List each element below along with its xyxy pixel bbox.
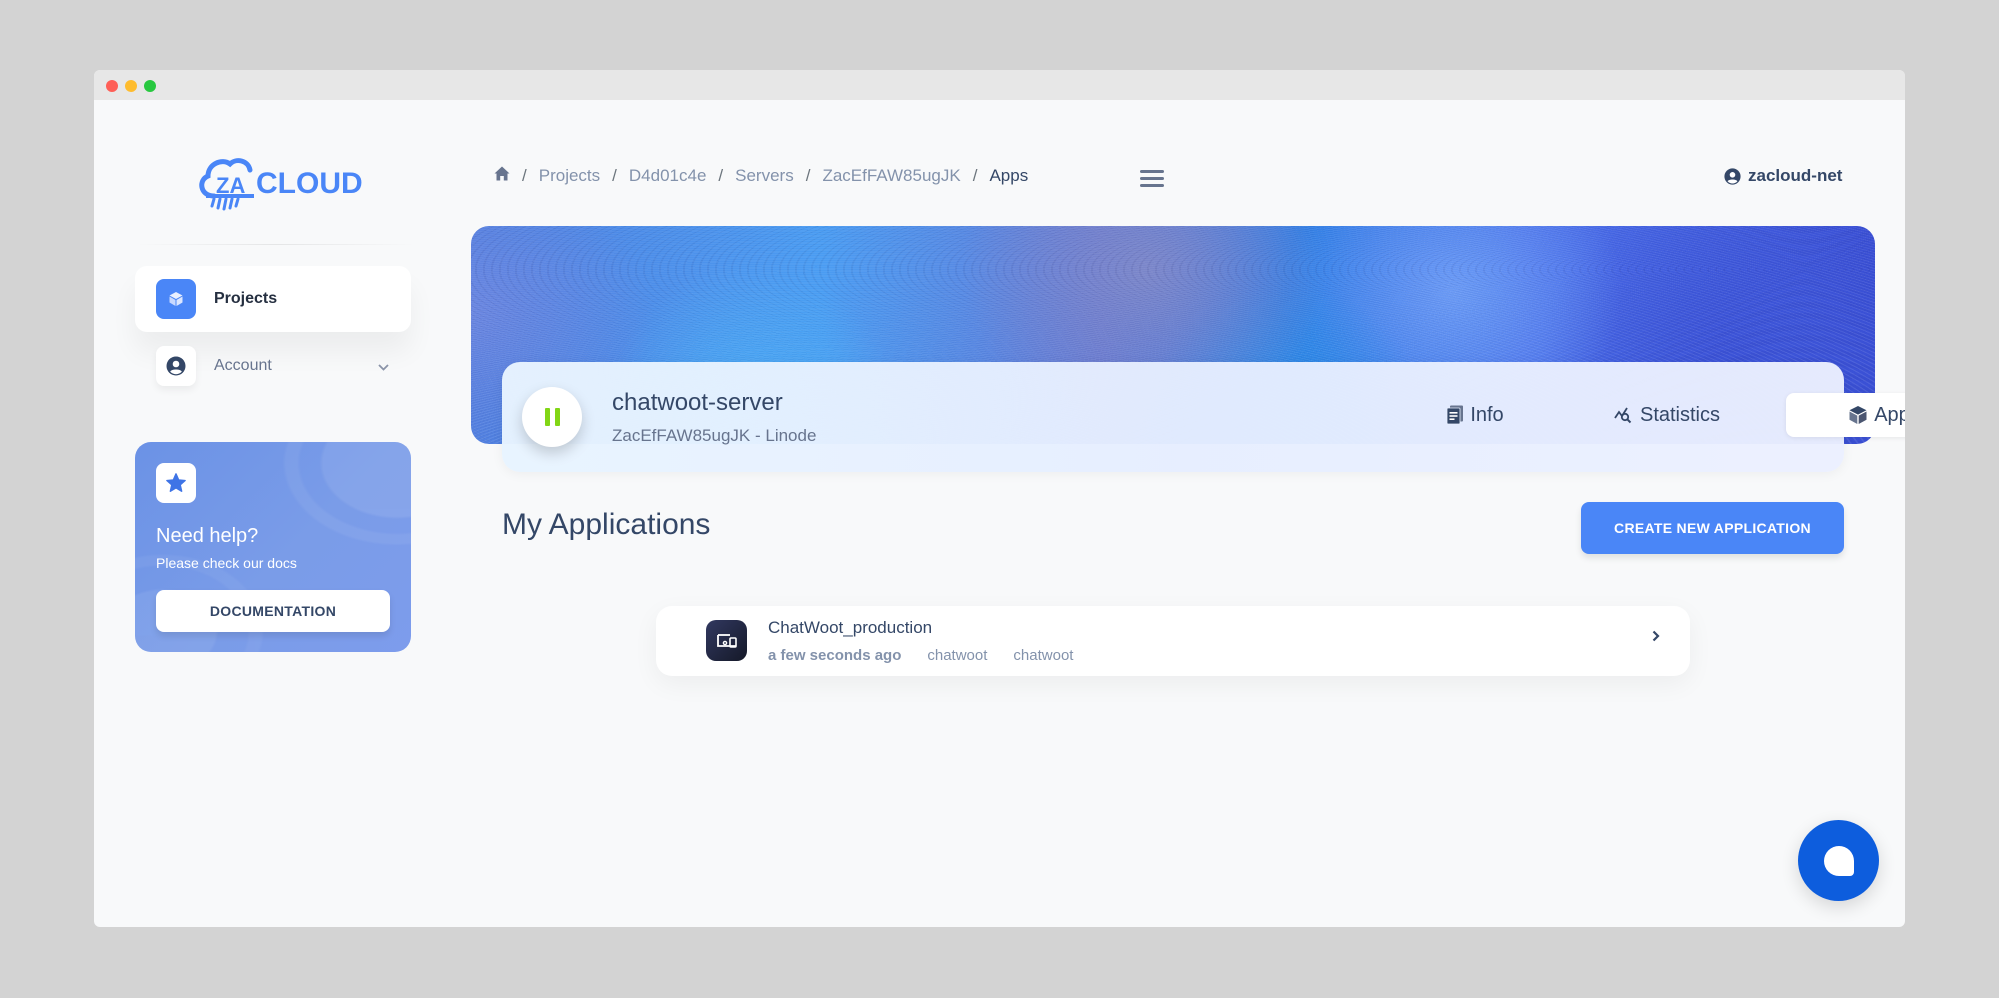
tab-label: Apps — [1874, 403, 1905, 426]
username: zacloud-net — [1748, 166, 1843, 185]
help-title: Need help? — [156, 525, 259, 547]
applications-title: My Applications — [502, 508, 711, 541]
application-list-item[interactable]: ChatWoot_production a few seconds ago ch… — [656, 606, 1690, 676]
sidebar-item-label: Account — [214, 357, 272, 374]
title-bar — [94, 70, 1905, 100]
breadcrumb-project-id[interactable]: D4d01c4e — [629, 166, 707, 186]
help-card: Need help? Please check our docs DOCUMEN… — [135, 442, 411, 652]
application-name: ChatWoot_production — [768, 618, 933, 637]
user-circle-icon — [1724, 167, 1741, 185]
star-icon — [156, 463, 196, 503]
chevron-right-icon[interactable] — [1652, 629, 1660, 647]
chat-widget-button[interactable] — [1798, 820, 1879, 901]
document-icon — [1446, 405, 1464, 425]
application-tag: chatwoot — [927, 647, 988, 664]
sidebar-item-projects[interactable]: Projects — [135, 266, 411, 332]
home-icon[interactable] — [494, 166, 510, 186]
create-application-button[interactable]: CREATE NEW APPLICATION — [1581, 502, 1844, 554]
documentation-button[interactable]: DOCUMENTATION — [156, 590, 390, 632]
cloud-logo-icon: ZA CLOUD — [199, 158, 363, 211]
pause-server-button[interactable] — [522, 387, 582, 447]
breadcrumb-separator: / — [718, 166, 724, 185]
chat-bubble-icon — [1823, 845, 1854, 876]
pause-icon — [544, 408, 550, 426]
pause-icon — [554, 408, 560, 426]
breadcrumb-separator: / — [805, 166, 811, 185]
help-subtitle: Please check our docs — [156, 555, 297, 571]
tab-label: Statistics — [1639, 403, 1721, 426]
breadcrumb-server-id[interactable]: ZacEfFAW85ugJK — [822, 166, 960, 186]
server-subtitle: ZacEfFAW85ugJK - Linode — [612, 426, 817, 445]
user-account-link[interactable]: zacloud-net — [1724, 166, 1842, 186]
breadcrumb-servers[interactable]: Servers — [735, 166, 794, 186]
breadcrumb: / Projects / D4d01c4e / Servers / ZacEfF… — [494, 166, 1028, 186]
chevron-down-icon[interactable] — [378, 360, 389, 374]
server-card: chatwoot-server ZacEfFAW85ugJK - Linode … — [502, 362, 1905, 472]
zacloud-logo[interactable]: ZA CLOUD — [192, 152, 363, 212]
application-meta: a few seconds ago chatwoot chatwoot — [768, 647, 1099, 664]
svg-text:CLOUD: CLOUD — [256, 167, 362, 200]
application-timestamp: a few seconds ago — [768, 647, 902, 664]
close-window-button[interactable] — [106, 80, 118, 92]
maximize-window-button[interactable] — [144, 80, 156, 92]
breadcrumb-projects[interactable]: Projects — [539, 166, 600, 186]
sidebar-divider — [136, 244, 416, 245]
cube-icon — [156, 279, 196, 319]
breadcrumb-separator: / — [972, 166, 978, 185]
tab-info[interactable]: Info — [1390, 393, 1560, 437]
minimize-window-button[interactable] — [125, 80, 137, 92]
user-circle-icon — [156, 346, 196, 386]
breadcrumb-separator: / — [612, 166, 617, 185]
server-tabs: Info Statistics Apps — [1390, 393, 1905, 437]
browser-window: ZA CLOUD Projects Account Need help? Ple… — [94, 70, 1905, 927]
server-name: chatwoot-server — [612, 389, 783, 416]
tab-apps[interactable]: Apps — [1786, 393, 1905, 437]
chart-search-icon — [1614, 407, 1632, 424]
devices-icon — [706, 620, 747, 661]
tab-statistics[interactable]: Statistics — [1572, 393, 1762, 437]
tab-label: Info — [1470, 403, 1504, 426]
hamburger-icon[interactable] — [1140, 170, 1164, 190]
svg-text:ZA: ZA — [216, 173, 245, 198]
application-tag: chatwoot — [1013, 647, 1074, 664]
breadcrumb-separator: / — [522, 166, 527, 185]
breadcrumb-current: Apps — [989, 166, 1029, 185]
sidebar-item-label: Projects — [214, 290, 278, 307]
sidebar-item-account[interactable]: Account — [135, 333, 411, 399]
cube-icon — [1849, 406, 1867, 424]
